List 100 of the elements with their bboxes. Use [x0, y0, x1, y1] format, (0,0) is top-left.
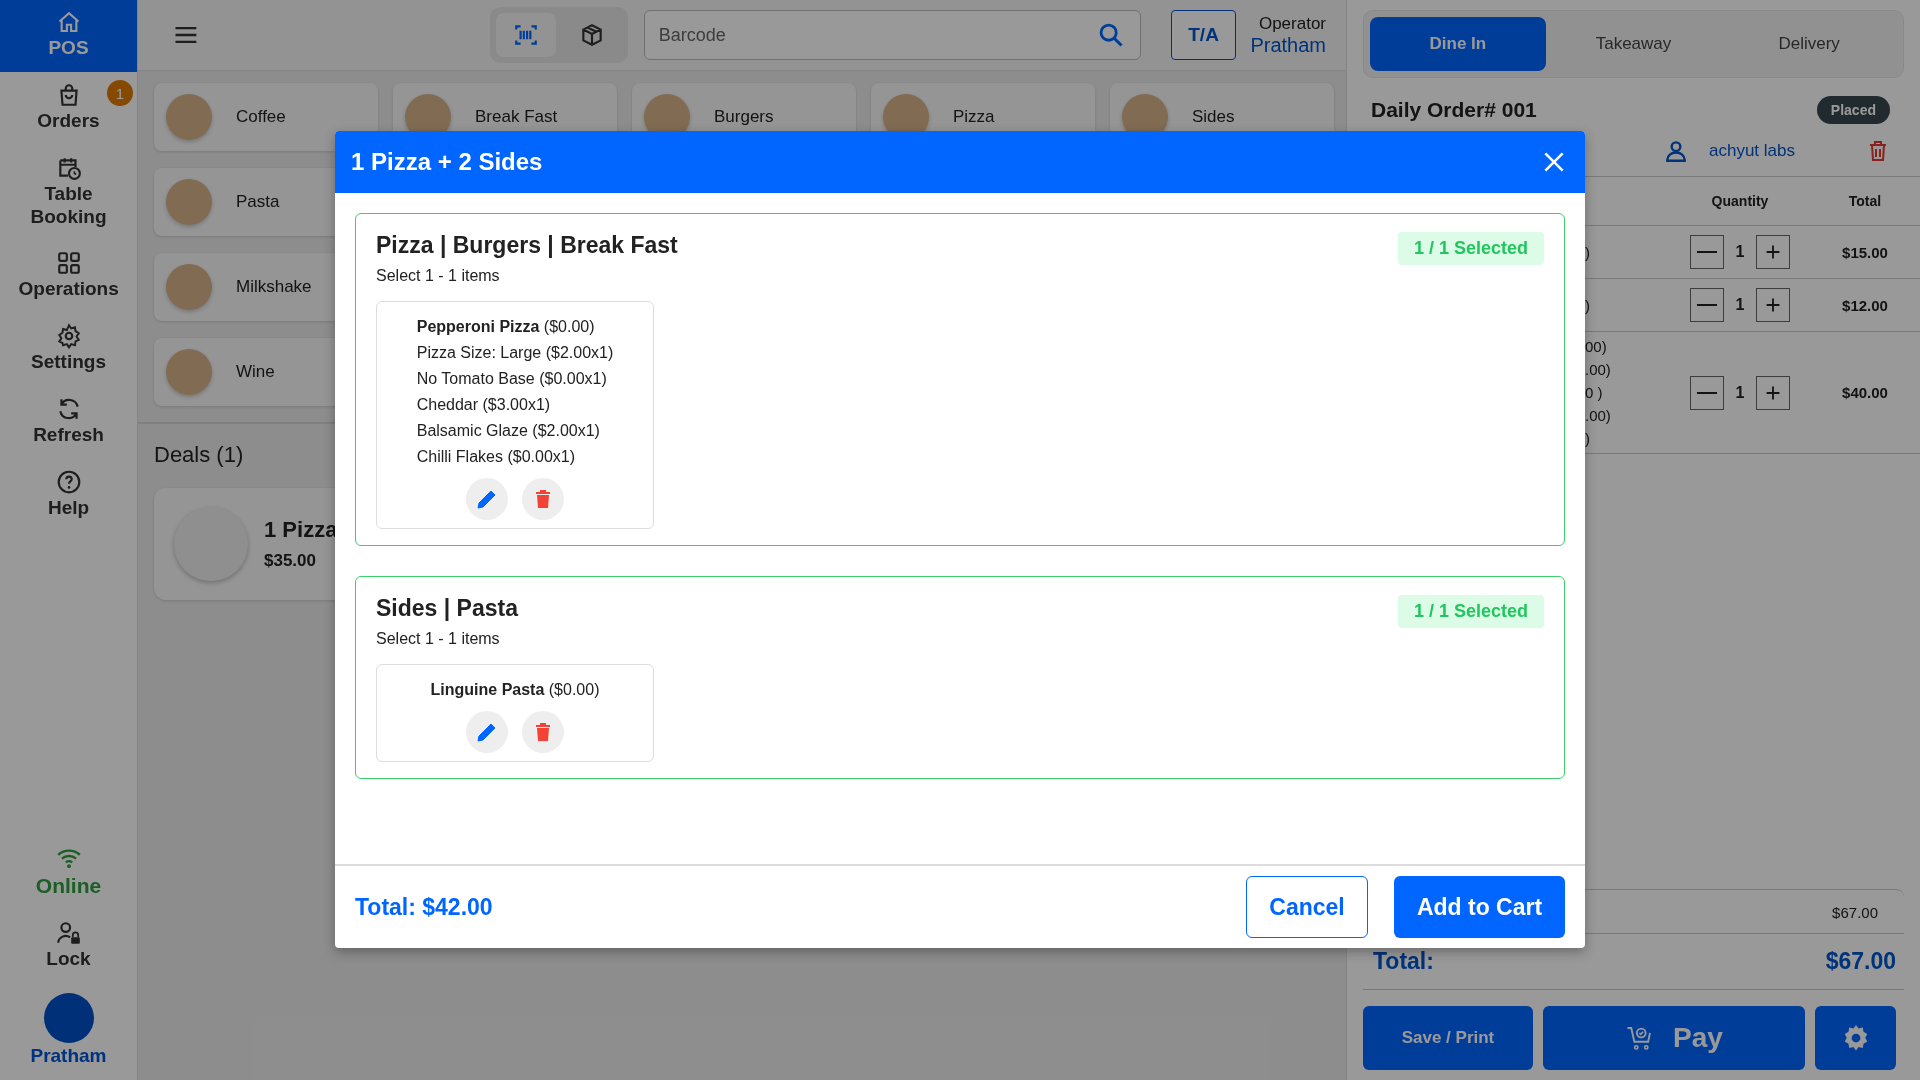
nav-item[interactable]: Refresh — [0, 386, 137, 459]
category-name: Wine — [236, 362, 275, 382]
section-title: Deals (1) — [154, 442, 244, 468]
line-total: $12.00 — [1841, 296, 1889, 314]
user-name: Pratham — [29, 1045, 108, 1068]
order-type-tab[interactable]: Delivery — [1721, 17, 1897, 71]
category-name: Milkshake — [236, 277, 312, 297]
settings-icon — [55, 323, 82, 350]
ta-button[interactable]: T/A — [1170, 10, 1237, 60]
item-line: Cheddar ($3.00x1) — [416, 396, 552, 414]
group-title: Sides | Pasta — [376, 595, 518, 622]
grid-icon — [55, 250, 82, 277]
lock-item[interactable]: Lock — [0, 910, 137, 984]
selection-count-badge: 1 / 1 Selected — [1397, 595, 1544, 628]
nav-item[interactable]: Help — [0, 458, 137, 532]
line-total: $40.00 — [1841, 384, 1889, 401]
decrease-button[interactable] — [1689, 235, 1724, 269]
photo-placeholder — [166, 264, 212, 310]
quantity-value: 1 — [1735, 383, 1745, 402]
edit-button[interactable] — [466, 478, 508, 520]
delete-button[interactable] — [522, 478, 564, 520]
status-label: Online — [34, 873, 103, 899]
selection-count-badge: 1 / 1 Selected — [1397, 232, 1544, 265]
nav-item[interactable]: Orders 1 — [0, 72, 137, 145]
item-line: No Tomato Base ($0.00x1) — [416, 370, 608, 388]
operator-label: Operator — [1258, 13, 1326, 34]
deal-name: 1 Pizza — [264, 517, 338, 543]
order-title: Daily Order# 001 — [1371, 98, 1537, 122]
group-subtitle: Select 1 - 1 items — [376, 267, 501, 285]
dialog-total: Total: $42.00 — [355, 893, 493, 921]
category-name: Coffee — [236, 107, 286, 127]
help-icon — [55, 468, 82, 495]
user-lock-icon — [55, 920, 82, 947]
subtotal-value: $67.00 — [1832, 904, 1878, 921]
save-print-button[interactable]: Save / Print — [1363, 1006, 1533, 1070]
deal-price: $35.00 — [264, 551, 317, 571]
category-name: Break Fast — [475, 107, 558, 127]
status-badge: Placed — [1816, 96, 1890, 124]
group-subtitle: Select 1 - 1 items — [376, 630, 501, 648]
minus-icon — [1696, 304, 1717, 306]
pay-button[interactable]: Pay — [1543, 1006, 1805, 1070]
group-title: Pizza | Burgers | Break Fast — [376, 232, 678, 259]
user-item[interactable]: Pratham — [0, 983, 137, 1080]
item-text: .00) — [1585, 407, 1612, 424]
nav-item[interactable]: Operations — [0, 240, 137, 314]
nav-label: Settings — [30, 351, 107, 374]
minus-icon — [1696, 391, 1717, 394]
edit-button[interactable] — [466, 711, 508, 753]
column-header: Total — [1847, 193, 1883, 209]
item-text: ) — [1585, 243, 1591, 261]
category-name: Pasta — [236, 192, 280, 212]
nav-label: Refresh — [32, 424, 105, 447]
nav-label: Lock — [45, 948, 92, 972]
photo-placeholder — [166, 94, 212, 140]
nav-label: POS — [47, 37, 90, 60]
count-badge: 1 — [107, 80, 133, 106]
order-type-tab[interactable]: Dine In — [1370, 17, 1546, 71]
order-type-tab[interactable]: Takeaway — [1545, 17, 1722, 71]
decrease-button[interactable] — [1689, 288, 1724, 322]
nav-label: Orders — [36, 110, 101, 133]
item-line: Chilli Flakes ($0.00x1) — [416, 448, 576, 466]
cancel-button[interactable]: Cancel — [1246, 876, 1368, 938]
nav-label: Operations — [18, 278, 119, 302]
decrease-button[interactable] — [1689, 375, 1724, 410]
add-to-cart-button[interactable]: Add to Cart — [1394, 876, 1565, 938]
nav-item[interactable]: Settings — [0, 313, 137, 386]
column-header: Quantity — [1710, 193, 1770, 209]
category-card[interactable]: Coffee — [154, 83, 378, 151]
barcode-icon — [512, 22, 539, 48]
nav-item[interactable]: Table Booking — [0, 144, 137, 241]
increase-button[interactable] — [1756, 235, 1791, 269]
increase-button[interactable] — [1756, 288, 1791, 322]
total-label: Total: — [1373, 948, 1434, 975]
nav-label: Help — [46, 496, 91, 520]
category-name: Pizza — [953, 107, 995, 127]
barcode-search-field[interactable]: Barcode — [643, 10, 1141, 60]
item-text: ) — [1585, 430, 1591, 447]
minus-icon — [1696, 251, 1717, 253]
photo-placeholder — [166, 349, 212, 395]
item-line: Linguine Pasta ($0.00) — [430, 681, 600, 699]
customer-name[interactable]: achyut labs — [1709, 141, 1846, 161]
item-text: ) — [1585, 296, 1591, 314]
total-value: $67.00 — [1825, 948, 1896, 975]
nav-label: Table Booking — [29, 182, 108, 229]
delete-button[interactable] — [522, 711, 564, 753]
item-line: Balsamic Glaze ($2.00x1) — [416, 422, 601, 440]
scan-mode-button[interactable] — [495, 13, 556, 57]
item-text: 0 ) — [1585, 384, 1604, 401]
quantity-value: 1 — [1735, 296, 1745, 314]
person-icon — [1663, 138, 1689, 164]
increase-button[interactable] — [1756, 375, 1791, 410]
item-text: 00) — [1585, 338, 1608, 355]
category-name: Sides — [1192, 107, 1235, 127]
item-text: .00) — [1585, 361, 1612, 378]
operator-name: Pratham — [1250, 33, 1326, 57]
settings-button[interactable] — [1815, 1006, 1896, 1070]
photo-placeholder — [166, 179, 212, 225]
nav-item[interactable]: POS — [0, 0, 137, 72]
line-total: $15.00 — [1841, 243, 1889, 261]
category-name: Burgers — [714, 107, 774, 127]
